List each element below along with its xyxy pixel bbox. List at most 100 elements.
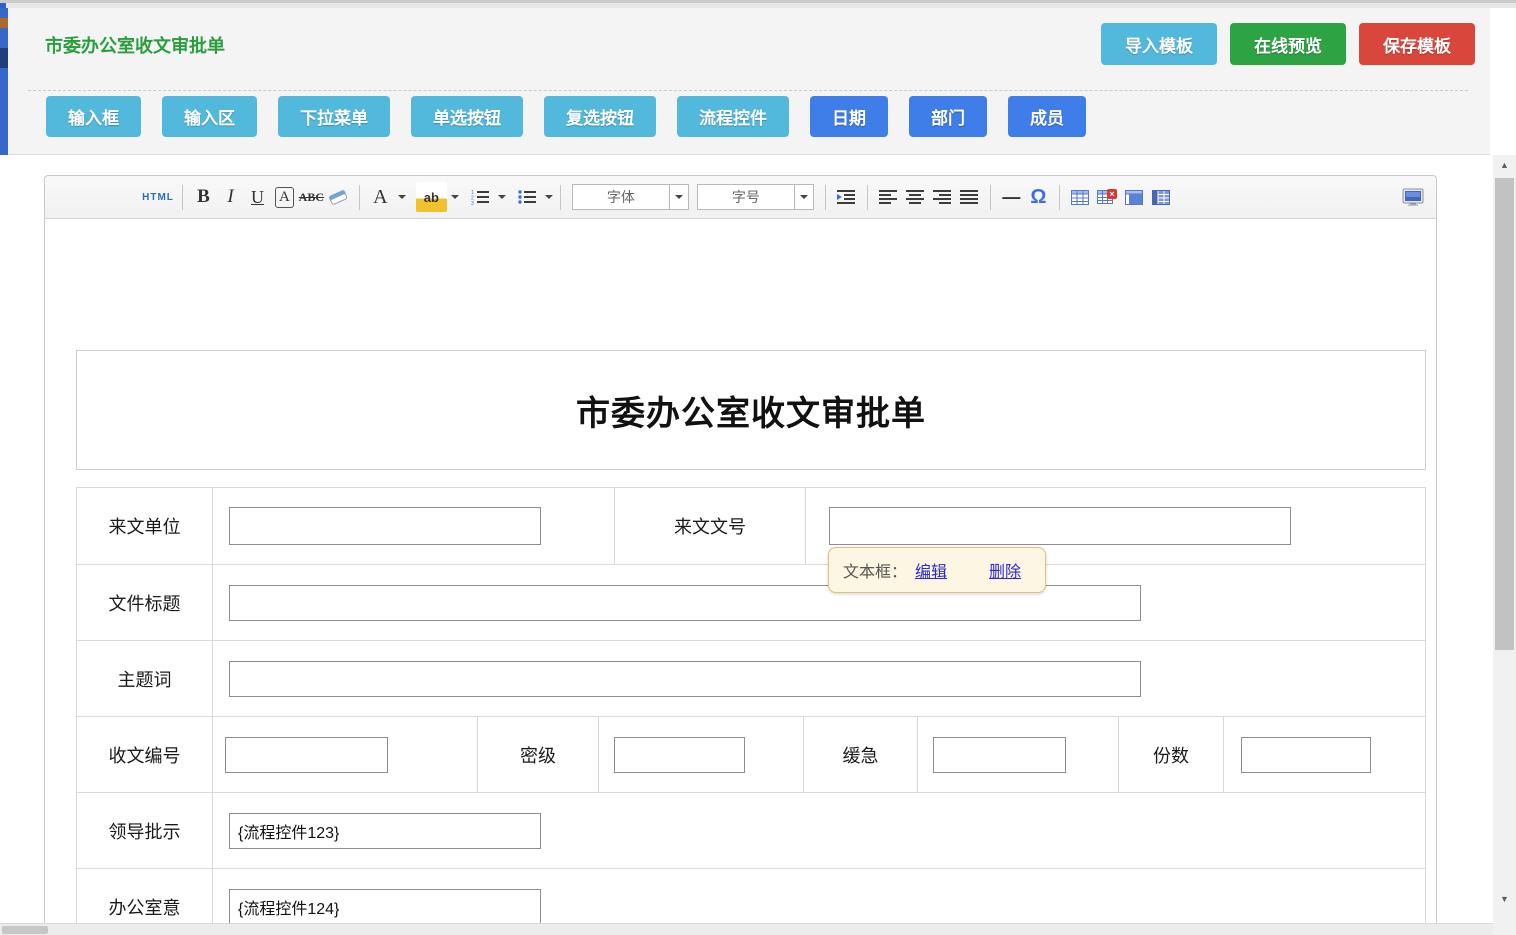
delete-table-icon[interactable]: ×: [1094, 183, 1121, 211]
special-char-omega-icon[interactable]: Ω: [1025, 183, 1052, 211]
font-family-caret-icon[interactable]: [669, 185, 688, 209]
strikethrough-icon[interactable]: ABC: [298, 183, 325, 211]
source-unit-input[interactable]: [229, 507, 541, 545]
highlight-caret-icon[interactable]: [451, 195, 459, 199]
italic-icon[interactable]: I: [217, 183, 244, 211]
add-flow-control-button[interactable]: 流程控件: [677, 96, 789, 137]
receipt-number-input[interactable]: [225, 737, 388, 773]
form-title-block: 市委办公室收文审批单: [76, 350, 1426, 470]
table-row: 收文编号 密级 缓急 份数: [77, 716, 1425, 792]
horizontal-scrollbar-thumb[interactable]: [2, 926, 48, 934]
add-date-button[interactable]: 日期: [810, 96, 888, 137]
window-top-edge: [0, 0, 1516, 8]
office-opinion-input[interactable]: [229, 889, 541, 925]
toolbar-separator: [867, 185, 868, 210]
add-dropdown-button[interactable]: 下拉菜单: [278, 96, 390, 137]
online-preview-button[interactable]: 在线预览: [1230, 23, 1346, 65]
tooltip-edit-link[interactable]: 编辑: [915, 558, 947, 582]
doc-number-input[interactable]: [829, 507, 1291, 545]
font-color-icon[interactable]: A: [367, 183, 394, 211]
editor-canvas[interactable]: 市委办公室收文审批单 来文单位 来文文号: [45, 219, 1436, 935]
cell-label-doc-number: 来文文号: [615, 488, 806, 564]
add-radio-button[interactable]: 单选按钮: [411, 96, 523, 137]
cell-label-copies: 份数: [1119, 717, 1224, 792]
cell-label-leader-comments: 领导批示: [77, 793, 213, 868]
table-row: 来文单位 来文文号: [77, 488, 1425, 564]
urgency-input[interactable]: [933, 737, 1066, 773]
bold-icon[interactable]: B: [190, 183, 217, 211]
leader-comments-input[interactable]: [229, 813, 541, 849]
cell-label-keywords: 主题词: [77, 641, 213, 716]
tooltip-label: 文本框：: [843, 558, 907, 582]
font-color-caret-icon[interactable]: [398, 195, 406, 199]
vertical-scrollbar-thumb[interactable]: [1495, 178, 1514, 650]
ordered-list-icon[interactable]: 123: [467, 183, 494, 211]
editor-toolbar: HTML B I U A ABC A ab 123: [45, 176, 1436, 219]
rich-text-editor: HTML B I U A ABC A ab 123: [44, 175, 1437, 923]
add-department-button[interactable]: 部门: [909, 96, 987, 137]
horizontal-rule-icon[interactable]: —: [998, 183, 1025, 211]
add-member-button[interactable]: 成员: [1008, 96, 1086, 137]
secrecy-input[interactable]: [614, 737, 745, 773]
header-panel: 市委办公室收文审批单 导入模板 在线预览 保存模板 输入框 输入区 下拉菜单 单…: [8, 8, 1490, 155]
unordered-list-caret-icon[interactable]: [545, 195, 553, 199]
scroll-down-arrow-icon[interactable]: ▼: [1493, 889, 1516, 909]
cell-input: [213, 793, 1425, 868]
cell-label-secrecy: 密级: [478, 717, 599, 792]
align-right-icon[interactable]: [929, 183, 956, 211]
form-table: 来文单位 来文文号 文件标题: [76, 487, 1426, 935]
cell-input: [1224, 717, 1425, 792]
table-props-icon[interactable]: [1148, 183, 1175, 211]
toolbar-separator: [560, 185, 561, 210]
cell-input: [213, 717, 478, 792]
remove-format-eraser-icon[interactable]: [325, 183, 352, 211]
page-title: 市委办公室收文审批单: [45, 32, 225, 58]
copies-input[interactable]: [1241, 737, 1371, 773]
font-size-caret-icon[interactable]: [794, 185, 813, 209]
table-row: 主题词: [77, 640, 1425, 716]
vertical-scrollbar[interactable]: ▲ ▼: [1493, 155, 1516, 923]
import-template-button[interactable]: 导入模板: [1101, 23, 1217, 65]
table-row: 领导批示: [77, 792, 1425, 868]
tooltip-delete-link[interactable]: 删除: [989, 558, 1021, 582]
cell-input: [213, 565, 1425, 640]
app-window: 市委办公室收文审批单 导入模板 在线预览 保存模板 输入框 输入区 下拉菜单 单…: [0, 0, 1516, 935]
table-cell-props-icon[interactable]: [1121, 183, 1148, 211]
ordered-list-caret-icon[interactable]: [498, 195, 506, 199]
scroll-up-arrow-icon[interactable]: ▲: [1493, 155, 1516, 175]
toolbar-separator: [359, 185, 360, 210]
cell-input: [213, 641, 1425, 716]
cell-label-source-unit: 来文单位: [77, 488, 213, 564]
font-size-select[interactable]: 字号: [697, 184, 814, 210]
toolbar-separator: [990, 185, 991, 210]
left-edge-mark: [0, 18, 8, 28]
cell-label-urgency: 缓急: [804, 717, 918, 792]
toolbar-separator: [182, 185, 183, 210]
save-template-button[interactable]: 保存模板: [1359, 23, 1475, 65]
scrollbar-corner: [1493, 923, 1516, 935]
cell-input: [599, 717, 804, 792]
align-center-icon[interactable]: [902, 183, 929, 211]
font-family-select[interactable]: 字体: [572, 184, 689, 210]
keywords-input[interactable]: [229, 661, 1141, 697]
add-input-box-button[interactable]: 输入框: [46, 96, 141, 137]
html-source-icon[interactable]: HTML: [141, 183, 175, 211]
align-left-icon[interactable]: [875, 183, 902, 211]
add-checkbox-button[interactable]: 复选按钮: [544, 96, 656, 137]
text-style-icon[interactable]: A: [275, 187, 294, 208]
highlight-color-icon[interactable]: ab: [416, 182, 447, 212]
add-textarea-button[interactable]: 输入区: [162, 96, 257, 137]
underline-icon[interactable]: U: [244, 183, 271, 211]
insert-table-icon[interactable]: [1067, 183, 1094, 211]
content-area: HTML B I U A ABC A ab 123: [8, 155, 1493, 923]
horizontal-scrollbar[interactable]: [0, 923, 1493, 935]
fullscreen-icon[interactable]: [1399, 183, 1426, 211]
widget-button-row: 输入框 输入区 下拉菜单 单选按钮 复选按钮 流程控件 日期 部门 成员: [46, 96, 1086, 137]
form-title: 市委办公室收文审批单: [576, 386, 926, 435]
cell-input: [213, 488, 615, 564]
toolbar-separator: [1059, 185, 1060, 210]
left-edge-mark: [0, 48, 8, 68]
indent-icon[interactable]: [833, 183, 860, 211]
unordered-list-icon[interactable]: [514, 183, 541, 211]
align-justify-icon[interactable]: [956, 183, 983, 211]
